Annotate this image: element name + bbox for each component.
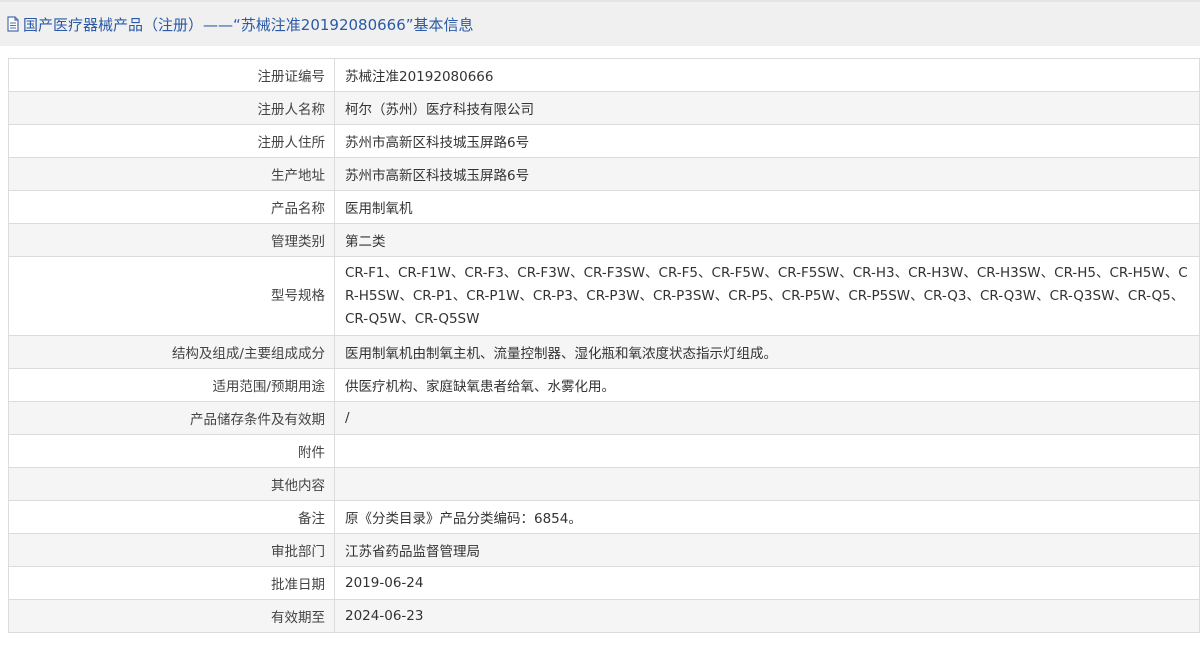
row-value [334,467,1200,501]
row-label: 附件 [8,434,335,468]
page-title: 国产医疗器械产品（注册）——“苏械注准20192080666”基本信息 [23,15,474,34]
row-label: 注册人名称 [8,91,335,125]
table-row: 备注 原《分类目录》产品分类编码：6854。 [8,500,1200,534]
row-value: 柯尔（苏州）医疗科技有限公司 [334,91,1200,125]
row-value: 苏械注准20192080666 [334,58,1200,92]
row-label: 管理类别 [8,223,335,257]
row-label: 型号规格 [8,256,335,336]
row-label: 注册证编号 [8,58,335,92]
row-value: 2024-06-23 [334,599,1200,633]
info-table: 注册证编号 苏械注准20192080666 注册人名称 柯尔（苏州）医疗科技有限… [8,58,1200,633]
table-row: 审批部门 江苏省药品监督管理局 [8,533,1200,567]
row-label: 适用范围/预期用途 [8,368,335,402]
table-row: 产品名称 医用制氧机 [8,190,1200,224]
row-value: 第二类 [334,223,1200,257]
table-row: 有效期至 2024-06-23 [8,599,1200,633]
row-label: 备注 [8,500,335,534]
row-label: 产品储存条件及有效期 [8,401,335,435]
page-header: 国产医疗器械产品（注册）——“苏械注准20192080666”基本信息 [0,0,1200,46]
row-label: 产品名称 [8,190,335,224]
row-label: 审批部门 [8,533,335,567]
table-row: 注册人名称 柯尔（苏州）医疗科技有限公司 [8,91,1200,125]
row-value: 苏州市高新区科技城玉屏路6号 [334,124,1200,158]
row-label: 其他内容 [8,467,335,501]
row-value: / [334,401,1200,435]
row-label: 有效期至 [8,599,335,633]
table-row: 生产地址 苏州市高新区科技城玉屏路6号 [8,157,1200,191]
table-row: 注册人住所 苏州市高新区科技城玉屏路6号 [8,124,1200,158]
row-value: 2019-06-24 [334,566,1200,600]
table-row: 产品储存条件及有效期 / [8,401,1200,435]
table-row: 型号规格 CR-F1、CR-F1W、CR-F3、CR-F3W、CR-F3SW、C… [8,256,1200,336]
row-value: 原《分类目录》产品分类编码：6854。 [334,500,1200,534]
table-row: 注册证编号 苏械注准20192080666 [8,58,1200,92]
row-value: 供医疗机构、家庭缺氧患者给氧、水雾化用。 [334,368,1200,402]
row-value: CR-F1、CR-F1W、CR-F3、CR-F3W、CR-F3SW、CR-F5、… [334,256,1200,336]
table-row: 附件 [8,434,1200,468]
table-row: 其他内容 [8,467,1200,501]
row-value [334,434,1200,468]
table-row: 结构及组成/主要组成成分 医用制氧机由制氧主机、流量控制器、湿化瓶和氧浓度状态指… [8,335,1200,369]
row-label: 批准日期 [8,566,335,600]
table-row: 管理类别 第二类 [8,223,1200,257]
row-value: 江苏省药品监督管理局 [334,533,1200,567]
row-value: 苏州市高新区科技城玉屏路6号 [334,157,1200,191]
document-icon [6,16,20,32]
row-label: 结构及组成/主要组成成分 [8,335,335,369]
table-row: 适用范围/预期用途 供医疗机构、家庭缺氧患者给氧、水雾化用。 [8,368,1200,402]
row-label: 注册人住所 [8,124,335,158]
table-row: 批准日期 2019-06-24 [8,566,1200,600]
row-value: 医用制氧机 [334,190,1200,224]
row-label: 生产地址 [8,157,335,191]
row-value: 医用制氧机由制氧主机、流量控制器、湿化瓶和氧浓度状态指示灯组成。 [334,335,1200,369]
